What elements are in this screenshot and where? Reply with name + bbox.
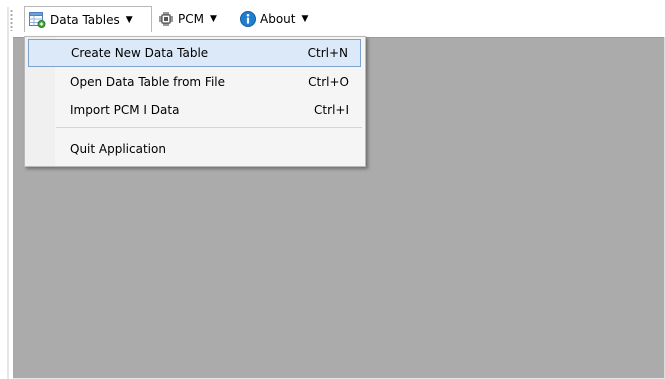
chevron-down-icon: ▼ — [125, 14, 133, 25]
menu-item-label: Create New Data Table — [71, 46, 209, 60]
menu-item-label: Quit Application — [70, 142, 166, 156]
info-icon — [240, 11, 256, 27]
menu-about-label: About — [260, 12, 296, 26]
app-window: Data Tables ▼ PCM ▼ About ▼ Create New D… — [0, 0, 665, 379]
menu-item-shortcut: Ctrl+O — [308, 75, 349, 89]
menu-data-tables-label: Data Tables — [50, 12, 120, 27]
menu-item-shortcut: Ctrl+N — [307, 46, 348, 60]
menu-pcm-label: PCM — [178, 12, 204, 26]
menu-bar: Data Tables ▼ PCM ▼ About ▼ — [0, 0, 665, 37]
menu-item-label: Import PCM I Data — [70, 103, 180, 117]
menu-item-shortcut: Ctrl+I — [314, 103, 349, 117]
data-tables-dropdown-menu: Create New Data Table Ctrl+N Open Data T… — [24, 36, 366, 167]
menu-item-quit-application[interactable]: Quit Application — [28, 135, 361, 163]
menu-data-tables[interactable]: Data Tables ▼ — [24, 6, 152, 32]
menu-item-import-pcm-i-data[interactable]: Import PCM I Data Ctrl+I — [28, 96, 361, 124]
menu-item-label: Open Data Table from File — [70, 75, 225, 89]
menu-item-create-new-data-table[interactable]: Create New Data Table Ctrl+N — [28, 39, 361, 67]
window-left-border — [7, 7, 9, 379]
chip-icon — [158, 11, 174, 27]
chevron-down-icon: ▼ — [301, 14, 309, 24]
menu-about[interactable]: About ▼ — [236, 6, 312, 32]
toolbar-grip[interactable] — [10, 9, 13, 31]
menu-pcm[interactable]: PCM ▼ — [154, 6, 221, 32]
menu-separator — [56, 127, 362, 128]
chevron-down-icon: ▼ — [209, 14, 217, 24]
table-icon — [29, 11, 46, 28]
menu-item-open-data-table-from-file[interactable]: Open Data Table from File Ctrl+O — [28, 68, 361, 96]
